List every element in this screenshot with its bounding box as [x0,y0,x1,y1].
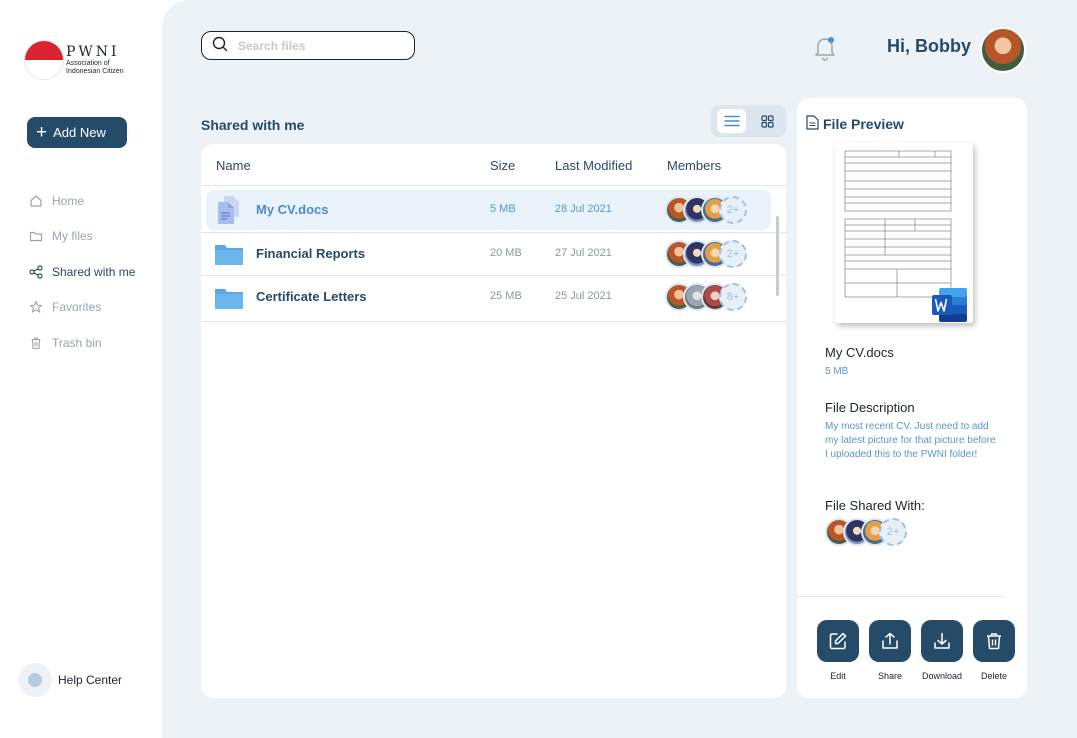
sidebar-item-trash[interactable]: Trash bin [29,325,159,361]
home-icon [29,194,43,208]
sidebar-item-home[interactable]: Home [29,183,159,219]
file-description: My most recent CV. Just need to add my l… [825,421,996,460]
member-avatars[interactable]: 8+ [665,283,747,311]
sidebar-item-label: Trash bin [52,335,102,350]
share-action: Share [864,620,916,681]
document-icon [215,195,243,225]
sidebar-item-my-files[interactable]: My files [29,219,159,255]
user-greeting: Hi, Bobby [887,36,971,56]
file-size: 20 MB [490,247,522,259]
file-name[interactable]: My CV.docs [256,202,329,217]
trash-icon [29,336,43,350]
divider [797,596,1005,597]
table-row[interactable]: My CV.docs 5 MB 28 Jul 2021 2+ [201,189,786,233]
star-icon [29,300,43,314]
column-header-members[interactable]: Members [667,158,721,173]
divider [201,185,786,186]
grid-view-button[interactable] [755,109,779,133]
sidebar-item-label: Favorites [52,300,102,315]
help-center-link[interactable]: Help Center [18,663,122,697]
more-members-badge: 2+ [719,196,747,224]
preview-file-name: My CV.docs [825,345,894,360]
add-new-button[interactable]: + Add New [27,117,127,148]
word-icon [931,287,969,323]
delete-action: Delete [968,620,1020,681]
sidebar: PWNI Association of Indonesian Citizen +… [0,0,162,738]
column-header-name[interactable]: Name [216,158,251,173]
list-icon [723,115,740,127]
indonesia-flag-icon [24,40,64,80]
shared-with-heading: File Shared With: [825,498,925,513]
file-actions: Edit Share Download Delete [812,620,1020,681]
list-view-button[interactable] [717,109,746,133]
sidebar-nav: Home My files Shared with me Favorites T… [29,183,159,361]
file-modified: 28 Jul 2021 [555,203,612,215]
file-modified: 27 Jul 2021 [555,247,612,259]
preview-title: File Preview [823,116,904,132]
main-panel: Hi, Bobby Shared with me Name Size Last … [162,0,1077,738]
brand-subtitle-2: Indonesian Citizen [66,67,124,75]
sidebar-item-label: My files [52,229,93,244]
table-row[interactable]: Certificate Letters 25 MB 25 Jul 2021 8+ [201,276,786,320]
file-size: 25 MB [490,290,522,302]
more-members-badge: 2+ [879,518,907,546]
search-bar[interactable] [201,31,415,60]
help-center-label: Help Center [58,673,123,687]
file-name[interactable]: Certificate Letters [256,289,367,304]
sidebar-item-label: Home [52,193,85,208]
search-input[interactable] [238,38,398,53]
folder-icon [215,239,243,269]
delete-button[interactable] [973,620,1015,662]
view-toggle [711,105,786,137]
logo[interactable]: PWNI Association of Indonesian Citizen [24,40,124,80]
more-members-badge: 8+ [719,283,747,311]
search-icon [212,36,228,56]
add-new-label: Add New [53,125,106,140]
brand-name: PWNI [66,43,120,60]
bell-icon[interactable] [812,34,838,62]
grid-icon [760,114,774,128]
plus-icon: + [36,121,48,143]
brand-subtitle-1: Association of [66,59,110,67]
more-members-badge: 2+ [719,240,747,268]
user-avatar[interactable] [980,27,1026,73]
file-size: 5 MB [490,203,516,215]
help-icon [18,663,52,697]
document-icon [806,115,819,134]
share-label: Share [877,671,903,681]
sidebar-item-favorites[interactable]: Favorites [29,290,159,326]
download-button[interactable] [921,620,963,662]
folder-icon [29,229,43,243]
divider [201,321,786,322]
page-title: Shared with me [201,117,305,133]
sidebar-item-label: Shared with me [52,264,136,279]
trash-icon [987,633,1001,650]
edit-action: Edit [812,620,864,681]
file-name[interactable]: Financial Reports [256,246,365,261]
table-row[interactable]: Financial Reports 20 MB 27 Jul 2021 2+ [201,233,786,277]
column-header-size[interactable]: Size [490,158,515,173]
download-action: Download [916,620,968,681]
description-heading: File Description [825,400,915,415]
download-icon [934,632,950,649]
folder-icon [215,282,243,312]
edit-label: Edit [830,671,846,681]
delete-label: Delete [980,671,1007,681]
member-avatars[interactable]: 2+ [665,196,747,224]
file-preview-panel: File Preview My CV.docs 5 MB File Descri… [797,98,1027,698]
scrollbar[interactable] [776,216,779,296]
column-header-modified[interactable]: Last Modified [555,158,632,173]
shared-with-avatars[interactable]: 2+ [825,518,907,546]
file-table: Name Size Last Modified Members My CV.do… [201,144,786,698]
member-avatars[interactable]: 2+ [665,240,747,268]
download-label: Download [921,671,963,681]
preview-file-size: 5 MB [825,366,849,377]
edit-button[interactable] [817,620,859,662]
file-modified: 25 Jul 2021 [555,290,612,302]
upload-icon [882,632,898,649]
share-button[interactable] [869,620,911,662]
sidebar-item-shared[interactable]: Shared with me [29,254,159,290]
edit-icon [829,632,847,650]
share-icon [29,265,43,279]
